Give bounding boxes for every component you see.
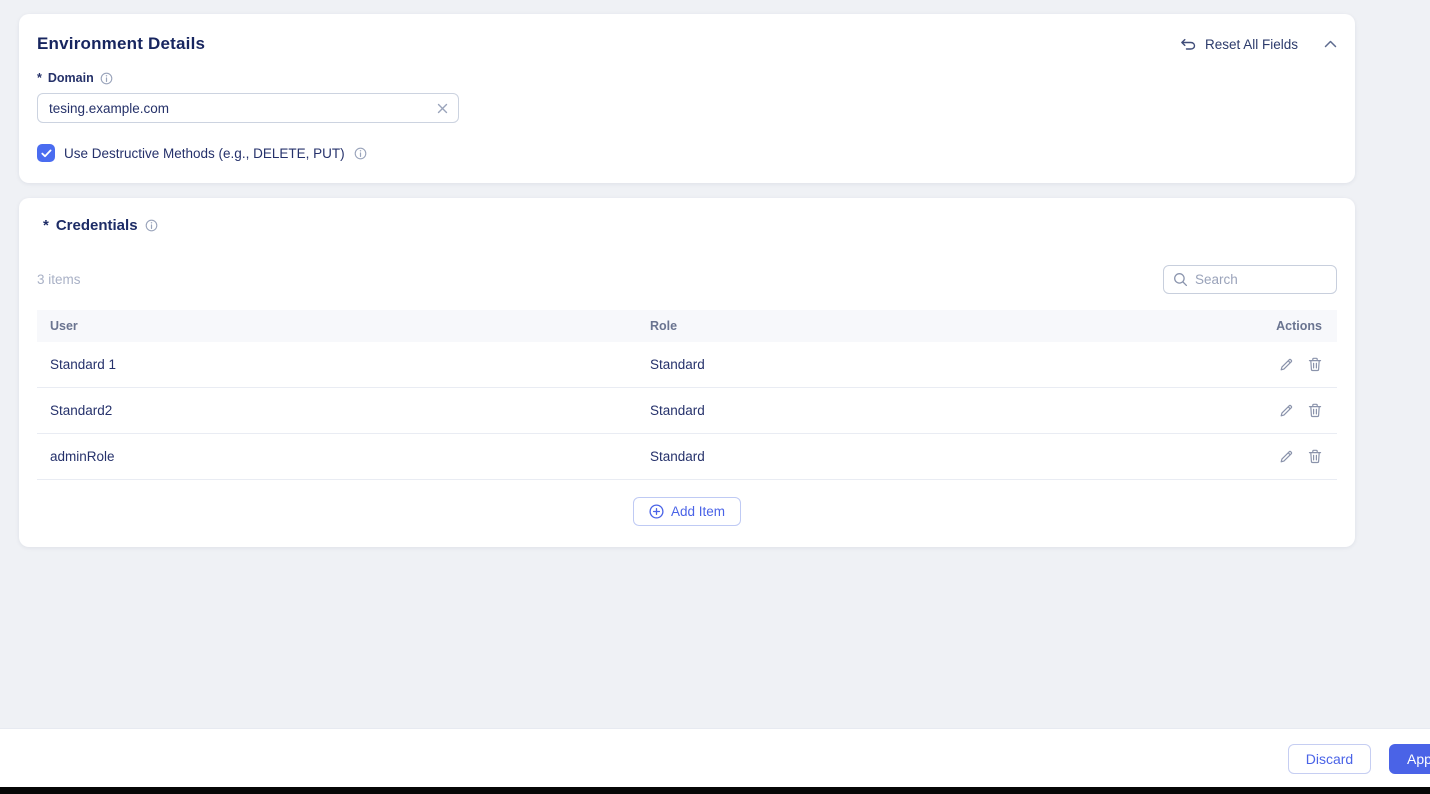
trash-icon xyxy=(1308,357,1322,372)
credentials-required-mark: * xyxy=(43,217,49,234)
clear-domain-icon[interactable] xyxy=(434,100,450,116)
domain-input[interactable] xyxy=(37,93,459,123)
destructive-methods-label: Use Destructive Methods (e.g., DELETE, P… xyxy=(64,146,345,161)
credentials-meta-row: 3 items xyxy=(37,265,1337,294)
delete-row-button[interactable] xyxy=(1308,449,1322,464)
window-bottom-bar xyxy=(0,787,1430,794)
reset-all-fields-label: Reset All Fields xyxy=(1205,37,1298,52)
pencil-icon xyxy=(1279,357,1294,372)
collapse-section-button[interactable] xyxy=(1324,40,1337,48)
edit-row-button[interactable] xyxy=(1279,357,1294,372)
delete-row-button[interactable] xyxy=(1308,403,1322,418)
environment-details-title: Environment Details xyxy=(37,34,205,54)
pencil-icon xyxy=(1279,449,1294,464)
credentials-search-box[interactable] xyxy=(1163,265,1337,294)
destructive-methods-info-icon[interactable] xyxy=(354,147,367,160)
checkmark-icon xyxy=(41,149,52,158)
items-count: 3 items xyxy=(37,272,81,287)
environment-details-card: Environment Details Reset All Fields xyxy=(19,14,1355,183)
credentials-title: Credentials xyxy=(56,217,138,234)
table-row: Standard2 Standard xyxy=(37,388,1337,434)
domain-field-label: Domain xyxy=(48,71,94,85)
table-row: Standard 1 Standard xyxy=(37,342,1337,388)
trash-icon xyxy=(1308,449,1322,464)
credentials-table-header: User Role Actions xyxy=(37,310,1337,342)
cell-role: Standard xyxy=(650,403,1247,418)
reset-all-fields-button[interactable]: Reset All Fields xyxy=(1180,37,1298,52)
cell-role: Standard xyxy=(650,357,1247,372)
domain-required-mark: * xyxy=(37,71,42,85)
search-input[interactable] xyxy=(1195,272,1327,287)
credentials-table: User Role Actions Standard 1 Standard xyxy=(37,310,1337,480)
trash-icon xyxy=(1308,403,1322,418)
edit-row-button[interactable] xyxy=(1279,449,1294,464)
environment-details-header: Environment Details Reset All Fields xyxy=(37,34,1337,54)
search-icon xyxy=(1173,272,1188,287)
add-item-label: Add Item xyxy=(671,504,725,519)
domain-field-label-row: * Domain xyxy=(37,71,1337,85)
cell-user: adminRole xyxy=(37,449,650,464)
credentials-title-row: * Credentials xyxy=(43,217,1337,234)
footer-action-bar: Discard Apply xyxy=(0,728,1430,787)
edit-row-button[interactable] xyxy=(1279,403,1294,418)
reset-icon xyxy=(1180,37,1196,51)
credentials-info-icon[interactable] xyxy=(145,219,158,232)
cell-role: Standard xyxy=(650,449,1247,464)
destructive-methods-checkbox[interactable] xyxy=(37,144,55,162)
chevron-up-icon xyxy=(1324,40,1337,48)
cell-user: Standard 1 xyxy=(37,357,650,372)
credentials-card: * Credentials 3 items User Role A xyxy=(19,198,1355,547)
column-header-role: Role xyxy=(650,319,1247,333)
discard-button[interactable]: Discard xyxy=(1288,744,1371,774)
apply-button[interactable]: Apply xyxy=(1389,744,1430,774)
cell-user: Standard2 xyxy=(37,403,650,418)
plus-circle-icon xyxy=(649,504,664,519)
pencil-icon xyxy=(1279,403,1294,418)
column-header-user: User xyxy=(37,319,650,333)
add-item-button[interactable]: Add Item xyxy=(633,497,741,526)
table-row: adminRole Standard xyxy=(37,434,1337,480)
delete-row-button[interactable] xyxy=(1308,357,1322,372)
domain-info-icon[interactable] xyxy=(100,72,113,85)
column-header-actions: Actions xyxy=(1247,319,1337,333)
destructive-methods-row: Use Destructive Methods (e.g., DELETE, P… xyxy=(37,144,1337,162)
